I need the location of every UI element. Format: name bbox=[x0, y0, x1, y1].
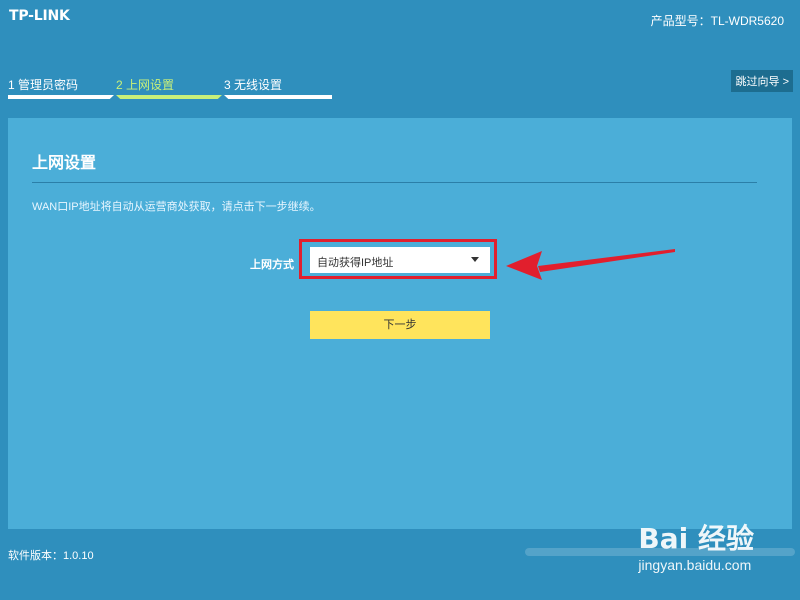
step-bar-1 bbox=[8, 95, 114, 99]
panel-description: WAN口IP地址将自动从运营商处获取，请点击下一步继续。 bbox=[32, 201, 321, 213]
connection-type-label: 上网方式 bbox=[250, 259, 294, 271]
step-admin-password[interactable]: 1 管理员密码 bbox=[8, 76, 78, 93]
software-version: 软件版本：1.0.10 bbox=[8, 550, 94, 562]
watermark-url: jingyan.baidu.com bbox=[638, 557, 752, 573]
skip-wizard-button[interactable]: 跳过向导 > bbox=[730, 70, 793, 92]
step-wireless-settings[interactable]: 3 无线设置 bbox=[224, 76, 282, 93]
baidu-watermark: Bai 经验 jingyan.baidu.com bbox=[638, 522, 754, 574]
step-internet-settings[interactable]: 2 上网设置 bbox=[116, 76, 174, 93]
next-button[interactable]: 下一步 bbox=[310, 311, 490, 339]
connection-type-value: 自动获得IP地址 bbox=[317, 257, 394, 269]
brand-logo: TP-LINK bbox=[9, 8, 70, 24]
caret-down-icon bbox=[471, 257, 479, 262]
wizard-steps: 1 管理员密码 2 上网设置 3 无线设置 bbox=[8, 76, 338, 100]
watermark-main: Bai 经验 bbox=[638, 522, 754, 555]
connection-type-select[interactable]: 自动获得IP地址 bbox=[310, 247, 490, 273]
panel-title: 上网设置 bbox=[32, 155, 97, 172]
product-model: 产品型号：TL-WDR5620 bbox=[650, 14, 784, 28]
settings-panel: 上网设置 WAN口IP地址将自动从运营商处获取，请点击下一步继续。 上网方式 自… bbox=[8, 118, 792, 529]
step-bar-3 bbox=[224, 95, 332, 99]
panel-divider bbox=[32, 182, 757, 183]
step-bar-2-active bbox=[116, 95, 222, 99]
